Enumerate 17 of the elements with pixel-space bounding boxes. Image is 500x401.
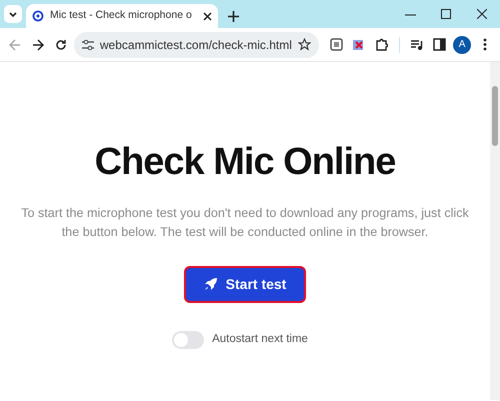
site-settings-icon[interactable] [82, 40, 94, 50]
intro-text: To start the microphone test you don't need to download any programs, just click the button below. The test will be conducted online in the browser. [20, 204, 470, 241]
url-text: webcammictest.com/check-mic.html [100, 36, 292, 54]
address-bar[interactable]: webcammictest.com/check-mic.html [74, 32, 319, 58]
tab-search-button[interactable] [4, 5, 22, 23]
star-icon[interactable] [298, 38, 311, 51]
browser-tab[interactable]: Mic test - Check microphone o [26, 4, 218, 28]
site-icon [32, 10, 44, 22]
toggle-label: Autostart next time [212, 332, 308, 347]
tab-title: Mic test - Check microphone o [50, 8, 193, 24]
page-heading: Check Mic Online [94, 140, 396, 185]
autostart-toggle[interactable] [172, 330, 204, 349]
new-tab-icon[interactable] [228, 11, 239, 22]
close-tab-icon[interactable] [203, 12, 212, 20]
start-test-button[interactable]: Start test [184, 266, 306, 303]
scrollbar[interactable] [490, 62, 500, 400]
rocket-icon [204, 277, 218, 292]
